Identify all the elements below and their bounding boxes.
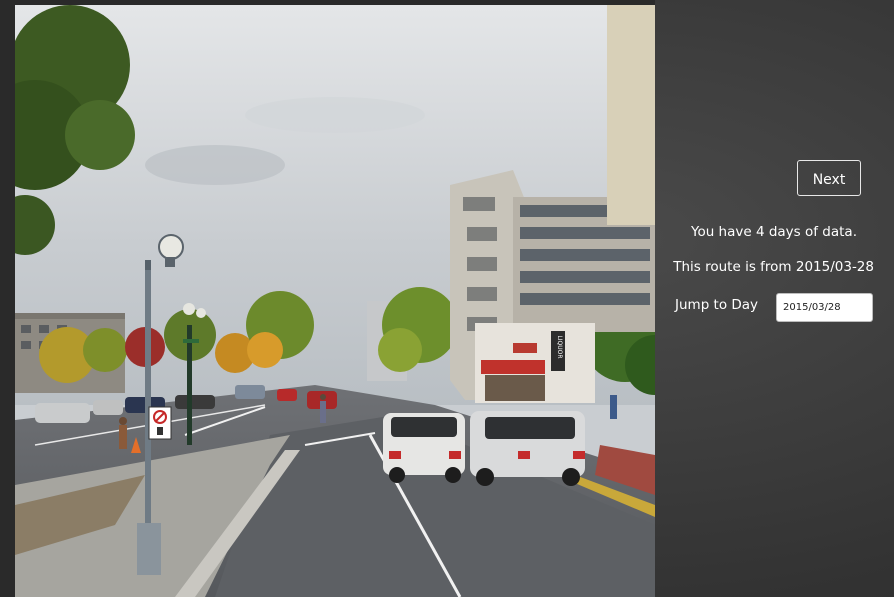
days-of-data-text: You have 4 days of data.	[690, 224, 857, 240]
no-parking-sign-icon	[148, 406, 172, 440]
control-panel: Next You have 4 days of data. This route…	[655, 0, 894, 597]
left-border	[0, 0, 15, 597]
app-window: LIQUOR Next You have 4 days of data. Thi…	[0, 0, 894, 597]
next-button[interactable]: Next	[797, 160, 861, 196]
liquor-sign-icon: LIQUOR	[556, 335, 563, 358]
liquor-store: LIQUOR	[475, 323, 595, 403]
jump-to-day-label: Jump to Day	[675, 297, 759, 313]
route-date-text: This route is from 2015/03-28	[673, 259, 874, 275]
jump-to-day-input[interactable]	[776, 293, 873, 322]
street-view-image[interactable]: LIQUOR	[15, 5, 655, 597]
